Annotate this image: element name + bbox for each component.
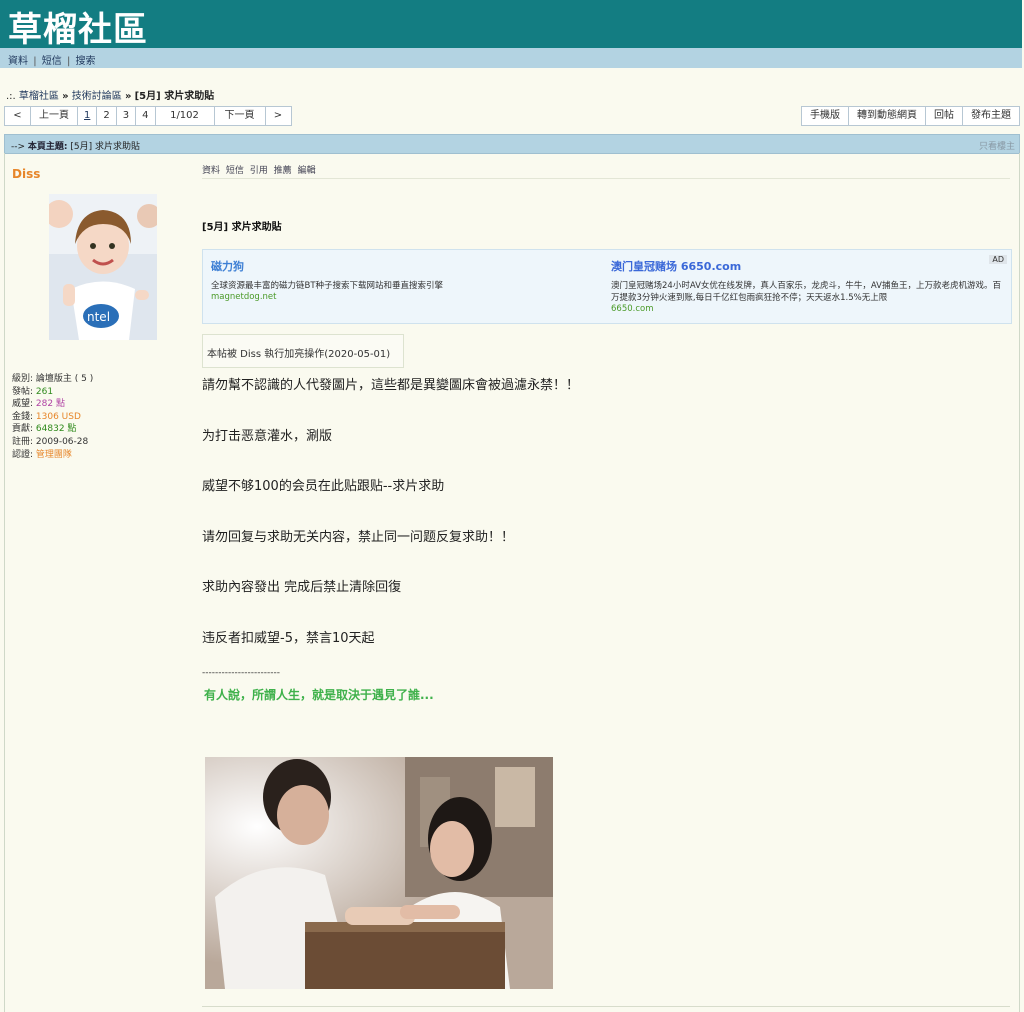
post-line: 威望不够100的会员在此贴跟贴--求片求助 [202, 479, 445, 494]
site-logo[interactable]: 草榴社區 [8, 2, 148, 51]
prev-page-button[interactable]: 上一頁 [31, 107, 78, 125]
mobile-version-button[interactable]: 手機版 [802, 107, 849, 125]
page-1-link[interactable]: 1 [78, 107, 98, 125]
info-contribution: 貢獻: 64832 點 [12, 424, 77, 435]
author-info: 級別: 論壇版主 ( 5 ) 發帖: 261 威望: 282 點 金錢: 130… [12, 373, 93, 461]
tool-recommend[interactable]: 推薦 [274, 166, 292, 176]
ad-banner: 磁力狗 全球资源最丰富的磁力链BT种子搜索下载网站和垂直搜索引擎 magnetd… [202, 249, 1012, 324]
breadcrumb-arrow: » [62, 91, 69, 102]
post-line: 請勿幫不認識的人代發圖片，這些都是異變圖床會被過濾永禁！！ [202, 378, 580, 393]
thread-title-bar: --> 本頁主題: [5月] 求片求助貼 只看樓主 [4, 134, 1020, 154]
author-name[interactable]: Diss [12, 167, 40, 181]
nav-separator: | [33, 56, 37, 67]
ad-tag: AD [989, 255, 1007, 264]
page-info: 1/102 [156, 107, 215, 125]
info-verified: 認證: 管理團隊 [12, 449, 72, 460]
ad-left-url[interactable]: magnetdog.net [211, 292, 501, 302]
ad-right-url[interactable]: 6650.com [611, 304, 1001, 314]
nav-search-link[interactable]: 搜索 [76, 56, 96, 67]
dynamic-page-button[interactable]: 轉到動態網頁 [849, 107, 926, 125]
breadcrumb-current: [5月] 求片求助貼 [134, 91, 215, 102]
top-nav: 資料 | 短信 | 搜索 [0, 48, 1022, 68]
breadcrumb-prefix: .:. [6, 91, 16, 102]
divider [202, 178, 1010, 179]
breadcrumb: .:. 草榴社區 » 技術討論區 » [5月] 求片求助貼 [6, 87, 214, 102]
page-2-link[interactable]: 2 [97, 107, 117, 125]
post-title: [5月] 求片求助貼 [202, 222, 282, 233]
ad-right-title[interactable]: 澳门皇冠赌场 6650.com [611, 258, 1001, 274]
site-header: 草榴社區 [0, 0, 1022, 51]
signature: 有人說，所謂人生，就是取決于遇見了誰... [204, 688, 434, 702]
nav-separator: | [66, 56, 71, 67]
next-symbol-button[interactable]: > [266, 107, 291, 125]
breadcrumb-forum[interactable]: 技術討論區 [72, 91, 122, 102]
breadcrumb-home[interactable]: 草榴社區 [19, 91, 59, 102]
ad-left[interactable]: 磁力狗 全球资源最丰富的磁力链BT种子搜索下载网站和垂直搜索引擎 magnetd… [211, 258, 501, 302]
nav-profile-link[interactable]: 資料 [8, 56, 28, 67]
ad-left-title[interactable]: 磁力狗 [211, 258, 501, 274]
info-money: 金錢: 1306 USD [12, 411, 81, 422]
divider [202, 1006, 1010, 1007]
info-level: 級別: 論壇版主 ( 5 ) [12, 374, 94, 384]
next-page-button[interactable]: 下一頁 [215, 107, 266, 125]
post-line: 违反者扣威望-5，禁言10天起 [202, 631, 375, 646]
tool-edit[interactable]: 編輯 [298, 166, 316, 176]
thread-title: [5月] 求片求助貼 [70, 142, 141, 152]
info-posts: 發帖: 261 [12, 386, 54, 397]
ad-right[interactable]: 澳门皇冠赌场 6650.com 澳门皇冠赌场24小时AV女优在线发牌，真人百家乐… [611, 258, 1001, 314]
ad-right-desc: 澳门皇冠赌场24小时AV女优在线发牌，真人百家乐，龙虎斗，牛牛，AV捕鱼王，上万… [611, 281, 1001, 303]
tool-profile[interactable]: 資料 [202, 166, 220, 176]
info-registered: 註冊: 2009-06-28 [12, 436, 89, 447]
classroom-photo [205, 757, 553, 989]
notice-text: 本帖被 Diss 執行加亮操作(2020-05-01) [207, 349, 391, 360]
thread-label: 本頁主題: [27, 142, 68, 152]
tool-message[interactable]: 短信 [226, 166, 244, 176]
post-tools: 資料 短信 引用 推薦 編輯 [202, 163, 319, 176]
pagination: < 上一頁 1 2 3 4 1/102 下一頁 > [4, 106, 292, 126]
only-op-link[interactable]: 只看樓主 [979, 139, 1015, 152]
reply-button[interactable]: 回帖 [926, 107, 963, 125]
avatar-image: ntel [49, 194, 157, 340]
post-line: 求助內容發出 完成后禁止清除回復 [202, 580, 402, 595]
tool-quote[interactable]: 引用 [250, 166, 268, 176]
highlight-notice: 本帖被 Diss 執行加亮操作(2020-05-01) [202, 334, 404, 368]
ad-left-desc: 全球资源最丰富的磁力链BT种子搜索下载网站和垂直搜索引擎 [211, 281, 444, 291]
thread-actions: 手機版 轉到動態網頁 回帖 發布主題 [801, 106, 1020, 126]
signature-image [205, 757, 553, 989]
avatar[interactable]: ntel [49, 194, 157, 340]
nav-messages-link[interactable]: 短信 [42, 56, 62, 67]
svg-text:ntel: ntel [87, 310, 110, 324]
new-topic-button[interactable]: 發布主題 [963, 107, 1019, 125]
info-prestige: 威望: 282 點 [12, 399, 65, 410]
post-line: 请勿回复与求助无关内容，禁止同一问题反复求助！！ [202, 530, 515, 545]
thread-prefix: --> [11, 142, 26, 152]
page-3-link[interactable]: 3 [117, 107, 137, 125]
signature-separator: ------------------------ [202, 668, 280, 678]
breadcrumb-arrow: » [124, 91, 132, 102]
post-line: 为打击恶意灌水，涮版 [202, 429, 333, 444]
page-4-link[interactable]: 4 [136, 107, 156, 125]
prev-symbol-button[interactable]: < [5, 107, 31, 125]
